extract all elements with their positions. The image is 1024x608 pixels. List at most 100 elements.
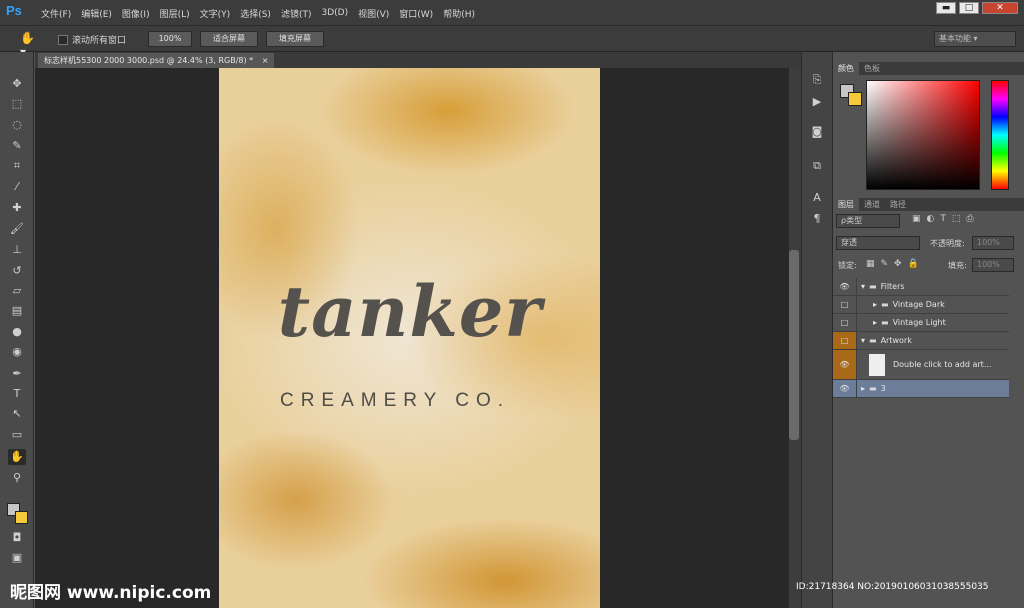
path-select-icon[interactable]: ↖	[8, 406, 26, 422]
watermark-id: ID:21718364 NO:20190106031038555035	[796, 582, 989, 592]
layer-name: Filters	[880, 282, 905, 291]
layer-filter-icons[interactable]: ▣◐T⬚⎙	[912, 214, 980, 224]
eye-icon[interactable]: 👁	[833, 278, 857, 295]
expand-icon[interactable]: ▸	[873, 300, 877, 309]
layer-name: Vintage Light	[892, 318, 946, 327]
background-color-swatch[interactable]	[848, 92, 862, 106]
paragraph-panel-icon[interactable]: ¶	[808, 211, 826, 227]
menu-view[interactable]: 视图(V)	[353, 7, 394, 20]
scroll-all-checkbox[interactable]	[58, 34, 68, 45]
photoshop-logo: Ps	[6, 3, 22, 18]
type-tool-icon[interactable]: T	[8, 386, 26, 402]
layer-name: 3	[880, 384, 886, 393]
tab-paths[interactable]: 路径	[885, 198, 911, 211]
menu-items: 文件(F) 编辑(E) 图像(I) 图层(L) 文字(Y) 选择(S) 滤镜(T…	[36, 0, 480, 26]
layer-row[interactable]: □ ▸ ▬ Vintage Light	[833, 314, 1009, 332]
hand-icon[interactable]: ✋▾	[20, 31, 36, 59]
menu-window[interactable]: 窗口(W)	[394, 7, 438, 20]
tool-background-swatch[interactable]	[15, 511, 28, 524]
stamp-tool-icon[interactable]: ⊥	[8, 242, 26, 258]
blend-mode-select[interactable]: 穿透	[836, 236, 920, 250]
crop-tool-icon[interactable]: ⌗	[8, 158, 26, 174]
menu-file[interactable]: 文件(F)	[36, 7, 76, 20]
maximize-button[interactable]: □	[959, 2, 979, 14]
layer-row[interactable]: □ ▾ ▬ Artwork	[833, 332, 1009, 350]
history-brush-icon[interactable]: ↺	[8, 263, 26, 279]
tab-channels[interactable]: 通道	[859, 198, 885, 211]
opacity-label: 不透明度:	[930, 239, 965, 248]
clone-source-icon[interactable]: ⧉	[808, 158, 826, 174]
menu-filter[interactable]: 滤镜(T)	[276, 7, 317, 20]
layers-panel-tabs: 图层 通道 路径	[833, 198, 1024, 211]
quick-mask-icon[interactable]: ◘	[8, 530, 26, 546]
vertical-scroll-thumb[interactable]	[789, 250, 799, 440]
document-tab-close-icon[interactable]: ×	[262, 56, 269, 65]
gradient-tool-icon[interactable]: ▤	[8, 303, 26, 319]
actions-panel-icon[interactable]: ▶	[808, 94, 826, 110]
move-tool-icon[interactable]: ✥	[8, 76, 26, 92]
lock-label: 锁定:	[838, 261, 857, 270]
menu-3d[interactable]: 3D(D)	[316, 8, 353, 18]
layer-row[interactable]: □ ▸ ▬ Vintage Dark	[833, 296, 1009, 314]
scroll-all-label: 滚动所有窗口	[72, 36, 127, 46]
menu-layer[interactable]: 图层(L)	[155, 7, 195, 20]
workspace-select[interactable]: 基本功能 ▾	[934, 31, 1016, 47]
color-spectrum[interactable]	[866, 80, 980, 190]
folder-icon: ▬	[869, 384, 877, 393]
fill-field[interactable]: 100%	[972, 258, 1014, 272]
close-button[interactable]: ✕	[982, 2, 1018, 14]
lasso-tool-icon[interactable]: ◌	[8, 117, 26, 133]
lock-icons[interactable]: ▦✎✥🔒	[866, 259, 925, 269]
fill-screen-button[interactable]: 填充屏幕	[266, 31, 324, 47]
workspace-label: 基本功能	[939, 34, 971, 43]
shape-tool-icon[interactable]: ▭	[8, 427, 26, 443]
minimize-button[interactable]: ▬	[936, 2, 956, 14]
layer-row[interactable]: 👁 ▾ ▬ Filters	[833, 278, 1009, 296]
brand-name-text: tanker	[277, 270, 543, 353]
hue-slider[interactable]	[991, 80, 1009, 190]
layer-row[interactable]: 👁 Double click to add art...	[833, 350, 1009, 380]
brush-tool-icon[interactable]: 🖌	[8, 221, 26, 237]
eye-off-icon[interactable]: □	[833, 332, 857, 349]
healing-tool-icon[interactable]: ✚	[8, 200, 26, 216]
eye-icon[interactable]: 👁	[833, 350, 857, 379]
marquee-tool-icon[interactable]: ⬚	[8, 96, 26, 112]
eraser-tool-icon[interactable]: ▱	[8, 283, 26, 299]
document-tab[interactable]: 标志样机55300 2000 3000.psd @ 24.4% (3, RGB/…	[38, 53, 275, 68]
character-panel-icon[interactable]: A	[808, 190, 826, 206]
menu-type[interactable]: 文字(Y)	[195, 7, 236, 20]
blur-tool-icon[interactable]: ●	[8, 324, 26, 340]
opacity-field[interactable]: 100%	[972, 236, 1014, 250]
expand-icon[interactable]: ▾	[861, 336, 865, 345]
tab-color[interactable]: 颜色	[833, 62, 859, 75]
pen-tool-icon[interactable]: ✒	[8, 366, 26, 382]
quick-select-tool-icon[interactable]: ✎	[8, 138, 26, 154]
zoom-100-button[interactable]: 100%	[148, 31, 192, 47]
eyedropper-tool-icon[interactable]: ⁄	[8, 179, 26, 195]
eye-icon[interactable]: 👁	[833, 380, 857, 397]
history-panel-icon[interactable]: ⎘	[808, 72, 826, 88]
folder-icon: ▬	[881, 318, 889, 327]
screen-mode-icon[interactable]: ▣	[8, 550, 26, 566]
layer-filter-select[interactable]: ρ类型	[836, 214, 900, 228]
menu-help[interactable]: 帮助(H)	[438, 7, 480, 20]
tab-layers[interactable]: 图层	[833, 198, 859, 211]
scroll-all-windows[interactable]: 滚动所有窗口	[58, 33, 126, 46]
layer-name: Artwork	[880, 336, 912, 345]
hand-tool-icon[interactable]: ✋	[8, 449, 26, 465]
menu-edit[interactable]: 编辑(E)	[76, 7, 117, 20]
expand-icon[interactable]: ▾	[861, 282, 865, 291]
color-panel-tabs: 颜色 色板	[833, 62, 1024, 75]
adjustments-panel-icon[interactable]: ◙	[808, 124, 826, 140]
menu-image[interactable]: 图像(I)	[117, 7, 155, 20]
eye-off-icon[interactable]: □	[833, 296, 857, 313]
tab-swatches[interactable]: 色板	[859, 62, 885, 75]
expand-icon[interactable]: ▸	[861, 384, 865, 393]
zoom-tool-icon[interactable]: ⚲	[8, 470, 26, 486]
dodge-tool-icon[interactable]: ◉	[8, 344, 26, 360]
menu-select[interactable]: 选择(S)	[235, 7, 276, 20]
eye-off-icon[interactable]: □	[833, 314, 857, 331]
fit-screen-button[interactable]: 适合屏幕	[200, 31, 258, 47]
expand-icon[interactable]: ▸	[873, 318, 877, 327]
layer-row-selected[interactable]: 👁 ▸ ▬ 3	[833, 380, 1009, 398]
